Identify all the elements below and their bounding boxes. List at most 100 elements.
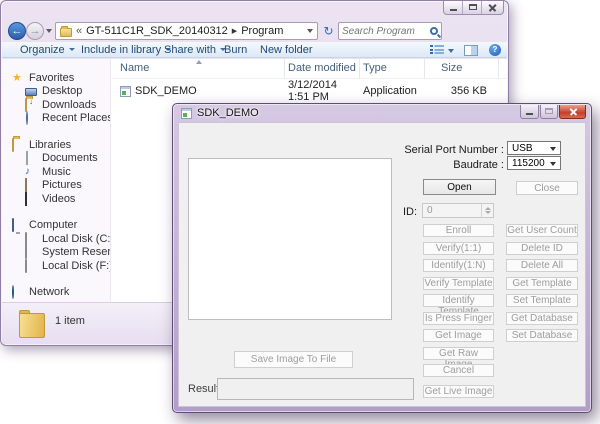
identify-template-button[interactable]: Identify Template <box>423 294 494 307</box>
serial-port-select[interactable]: USB <box>507 141 561 155</box>
result-textbox[interactable] <box>217 378 414 400</box>
disk-icon <box>25 259 27 273</box>
new-folder-button[interactable]: New folder <box>260 44 313 56</box>
videos-icon <box>25 192 27 206</box>
file-size: 356 KB <box>425 85 499 97</box>
preview-pane-button[interactable] <box>464 45 478 56</box>
verify-template-button[interactable]: Verify Template <box>423 277 494 290</box>
breadcrumb-current[interactable]: Program <box>241 25 283 37</box>
get-image-button[interactable]: Get Image <box>423 329 494 342</box>
open-button[interactable]: Open <box>423 179 496 195</box>
enroll-button[interactable]: Enroll <box>423 224 494 237</box>
fingerprint-image-box <box>188 158 392 320</box>
item-count: 1 item <box>55 315 85 327</box>
column-header-type[interactable]: Type <box>360 59 425 79</box>
sidebar-item-pictures[interactable]: Pictures <box>2 179 110 193</box>
identify-button[interactable]: Identify(1:N) <box>423 259 494 272</box>
recent-pages-chevron-icon[interactable] <box>46 29 52 33</box>
sidebar-item-recent-places[interactable]: Recent Places <box>2 112 110 126</box>
dialog-client-area: Serial Port Number : USB Baudrate : 1152… <box>178 122 586 407</box>
refresh-button[interactable]: ↻ <box>321 23 336 39</box>
dialog-title: SDK_DEMO <box>197 107 259 119</box>
breadcrumb-separator-icon[interactable]: ▶ <box>232 27 237 35</box>
cancel-button[interactable]: Cancel <box>423 364 494 377</box>
minimize-button[interactable] <box>520 105 539 119</box>
documents-icon <box>26 151 28 165</box>
close-port-button[interactable]: Close <box>516 181 578 195</box>
get-template-button[interactable]: Get Template <box>506 277 578 290</box>
close-button[interactable] <box>482 1 503 14</box>
maximize-button[interactable] <box>540 105 558 119</box>
left-button-column: Enroll Verify(1:1) Identify(1:N) Verify … <box>423 224 494 398</box>
save-image-button[interactable]: Save Image To File <box>234 351 353 368</box>
help-button[interactable]: ? <box>489 44 501 56</box>
sidebar-item-desktop[interactable]: Desktop <box>2 85 110 99</box>
sidebar-item-local-disk-f[interactable]: Local Disk (F:) <box>2 259 110 273</box>
chevron-down-icon <box>69 48 75 51</box>
organize-menu[interactable]: Organize <box>20 44 75 56</box>
address-dropdown-icon[interactable] <box>307 29 313 33</box>
share-with-menu[interactable]: Share with <box>164 44 226 56</box>
sidebar-item-computer[interactable]: Computer <box>2 219 110 233</box>
disk-icon <box>25 232 27 246</box>
breadcrumb-overflow[interactable]: « <box>76 25 82 37</box>
minimize-button[interactable] <box>444 1 463 14</box>
sidebar-item-downloads[interactable]: Downloads <box>2 98 110 112</box>
application-icon <box>181 108 192 119</box>
sidebar-item-libraries[interactable]: Libraries <box>2 138 110 152</box>
downloads-icon <box>25 98 27 112</box>
id-stepper[interactable]: 0 <box>422 203 494 218</box>
verify-button[interactable]: Verify(1:1) <box>423 242 494 255</box>
get-raw-image-button[interactable]: Get Raw Image <box>423 347 494 360</box>
back-arrow-icon: ← <box>12 25 23 37</box>
maximize-icon <box>469 4 477 10</box>
get-live-image-button[interactable]: Get Live Image <box>423 385 494 398</box>
stepper-arrows[interactable] <box>481 204 493 217</box>
sdk-demo-dialog: SDK_DEMO Serial Port Number : USB Baudra… <box>172 103 592 413</box>
sidebar-item-documents[interactable]: Documents <box>2 152 110 166</box>
star-icon: ★ <box>12 72 24 84</box>
navigation-pane: ★Favorites Desktop Downloads Recent Plac… <box>2 59 111 302</box>
delete-all-button[interactable]: Delete All <box>506 259 578 272</box>
search-input[interactable] <box>342 26 422 37</box>
sidebar-item-favorites[interactable]: ★Favorites <box>2 71 110 85</box>
sidebar-item-videos[interactable]: Videos <box>2 192 110 206</box>
column-headers: Name Date modified Type Size <box>112 59 507 79</box>
column-header-date-modified[interactable]: Date modified <box>285 59 360 79</box>
file-name: SDK_DEMO <box>135 85 197 97</box>
recent-places-icon <box>26 111 28 125</box>
get-database-button[interactable]: Get Database <box>506 312 578 325</box>
delete-id-button[interactable]: Delete ID <box>506 242 578 255</box>
close-button[interactable] <box>559 105 586 119</box>
table-row[interactable]: SDK_DEMO 3/12/2014 1:51 PM Application 3… <box>112 79 507 98</box>
command-toolbar: Organize Include in library Share with B… <box>2 42 507 58</box>
column-header-size[interactable]: Size <box>425 59 499 79</box>
include-in-library-menu[interactable]: Include in library <box>81 44 171 56</box>
search-icon[interactable] <box>430 27 438 35</box>
set-database-button[interactable]: Set Database <box>506 329 578 342</box>
dialog-window-controls <box>520 105 586 119</box>
sidebar-item-music[interactable]: ♪Music <box>2 165 110 179</box>
sidebar-item-network[interactable]: Network <box>2 286 110 300</box>
get-user-count-button[interactable]: Get User Count <box>506 224 578 237</box>
forward-button[interactable]: → <box>26 22 44 40</box>
change-view-button[interactable] <box>430 45 444 55</box>
chevron-down-icon <box>550 147 556 151</box>
set-template-button[interactable]: Set Template <box>506 294 578 307</box>
sidebar-item-system-reserved-e[interactable]: System Reserved (E:) <box>2 246 110 260</box>
network-icon <box>12 285 14 299</box>
baudrate-select[interactable]: 115200 <box>507 156 561 170</box>
right-button-column: Get User Count Delete ID Delete All Get … <box>506 224 578 342</box>
burn-button[interactable]: Burn <box>224 44 247 56</box>
back-button[interactable]: ← <box>8 22 26 40</box>
breadcrumb-folder[interactable]: GT-511C1R_SDK_20140312 <box>86 25 228 37</box>
maximize-button[interactable] <box>463 1 482 14</box>
computer-icon <box>12 218 14 232</box>
id-value: 0 <box>427 205 433 216</box>
minimize-icon <box>450 9 457 11</box>
disk-icon <box>25 245 27 259</box>
address-bar[interactable]: « GT-511C1R_SDK_20140312 ▶ Program <box>55 22 318 40</box>
is-press-finger-button[interactable]: Is Press Finger <box>423 312 494 325</box>
change-view-chevron-icon[interactable] <box>448 49 454 53</box>
maximize-icon <box>545 108 553 114</box>
